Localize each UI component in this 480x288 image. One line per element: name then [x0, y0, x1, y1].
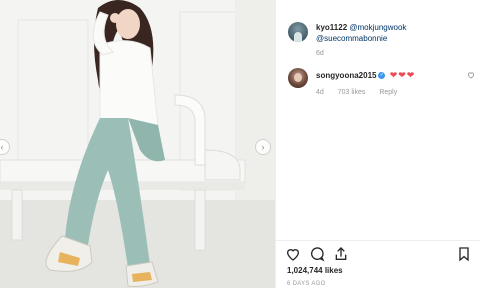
post-timestamp: 6 DAYS AGO [287, 281, 326, 287]
chevron-right-icon: › [261, 141, 265, 152]
hearts-emoji: ❤❤❤ [389, 70, 416, 80]
photo-illustration [0, 0, 275, 288]
caption-age: 6d [316, 50, 324, 57]
caption-text: kyo1122 @mokjungwook @suecommabonnie [316, 22, 476, 44]
bookmark-icon[interactable] [456, 246, 472, 262]
owner-avatar[interactable] [288, 22, 308, 42]
comment-age: 4d [316, 89, 324, 96]
comment-likes[interactable]: 703 likes [338, 89, 366, 96]
heart-outline-icon[interactable] [467, 71, 475, 81]
likes-count[interactable]: 1,024,744 likes [287, 266, 343, 275]
divider [275, 240, 480, 241]
comment-icon[interactable] [309, 246, 325, 262]
mention-link[interactable]: @suecommabonnie [316, 34, 387, 43]
comment-text: songyoona2015 ✓ ❤❤❤ [316, 70, 456, 81]
reply-button[interactable]: Reply [379, 89, 397, 96]
commenter-avatar[interactable] [288, 68, 308, 88]
heart-icon[interactable] [285, 246, 301, 262]
owner-username[interactable]: kyo1122 [316, 23, 347, 32]
comments-panel: kyo1122 @mokjungwook @suecommabonnie 6d … [275, 0, 480, 288]
post-container: ‹ › kyo1122 @mokjungwook @suecommabonnie… [0, 0, 480, 288]
verified-badge-icon: ✓ [378, 72, 386, 80]
carousel-next-button[interactable]: › [255, 139, 271, 155]
commenter-username[interactable]: songyoona2015 [316, 71, 376, 80]
comment-meta: 4d 703 likes Reply [316, 89, 409, 96]
mention-link[interactable]: @mokjungwook [349, 23, 406, 32]
chevron-left-icon: ‹ [0, 141, 4, 152]
share-icon[interactable] [333, 246, 349, 262]
post-photo[interactable]: ‹ › [0, 0, 275, 288]
action-bar [285, 246, 475, 264]
